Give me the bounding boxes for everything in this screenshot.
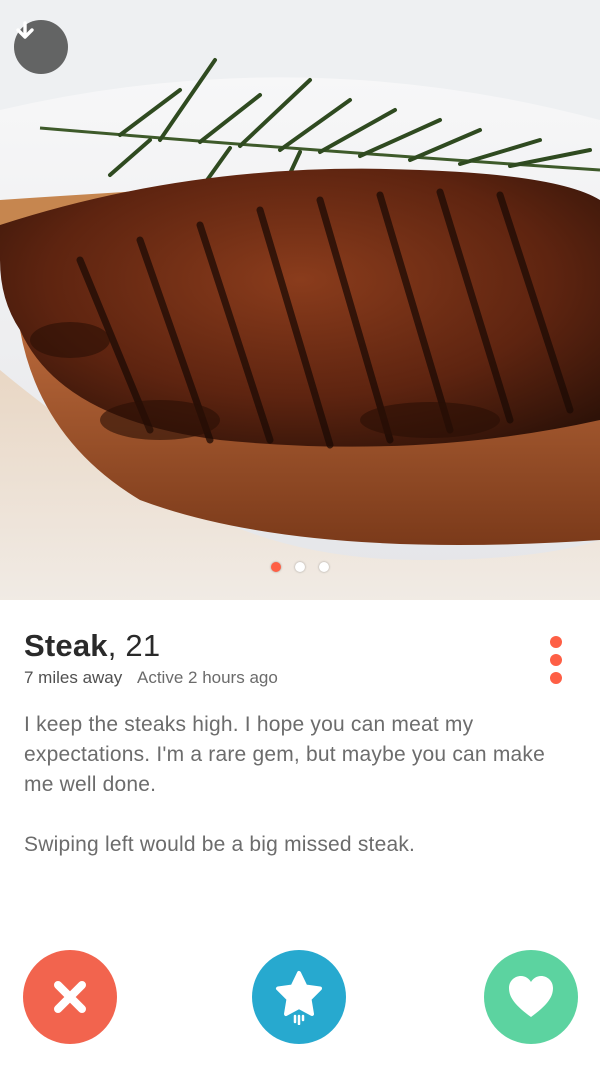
- profile-distance: 7 miles away: [24, 668, 123, 687]
- bio-paragraph: Swiping left would be a big missed steak…: [24, 833, 416, 856]
- photo-pager: [0, 562, 600, 572]
- close-icon: [54, 981, 86, 1013]
- steak-photo-image: [0, 0, 600, 600]
- more-vertical-icon: [550, 636, 562, 648]
- more-options-button[interactable]: [540, 636, 572, 684]
- profile-meta: 7 miles away Active 2 hours ago: [24, 668, 278, 688]
- more-vertical-icon: [550, 672, 562, 684]
- photo-pager-dot[interactable]: [295, 562, 305, 572]
- photo-pager-dot[interactable]: [319, 562, 329, 572]
- profile-info: Steak, 21 7 miles away Active 2 hours ag…: [0, 600, 600, 1067]
- bio-paragraph: I keep the steaks high. I hope you can m…: [24, 713, 545, 796]
- profile-name: Steak: [24, 628, 108, 663]
- like-button[interactable]: [484, 950, 578, 1044]
- profile-name-age: Steak, 21: [24, 628, 161, 663]
- super-like-button[interactable]: [252, 950, 346, 1044]
- nope-button[interactable]: [23, 950, 117, 1044]
- heart-icon: [509, 976, 553, 1017]
- profile-screen: Steak, 21 7 miles away Active 2 hours ag…: [0, 0, 600, 1067]
- arrow-down-icon: [16, 21, 34, 39]
- profile-age: 21: [125, 628, 161, 663]
- profile-activity: Active 2 hours ago: [137, 668, 278, 687]
- photo-pager-dot[interactable]: [271, 562, 281, 572]
- profile-bio: I keep the steaks high. I hope you can m…: [24, 710, 564, 860]
- more-vertical-icon: [550, 654, 562, 666]
- collapse-profile-button[interactable]: [14, 20, 68, 74]
- profile-photo[interactable]: [0, 0, 600, 600]
- star-icon: [276, 971, 322, 1025]
